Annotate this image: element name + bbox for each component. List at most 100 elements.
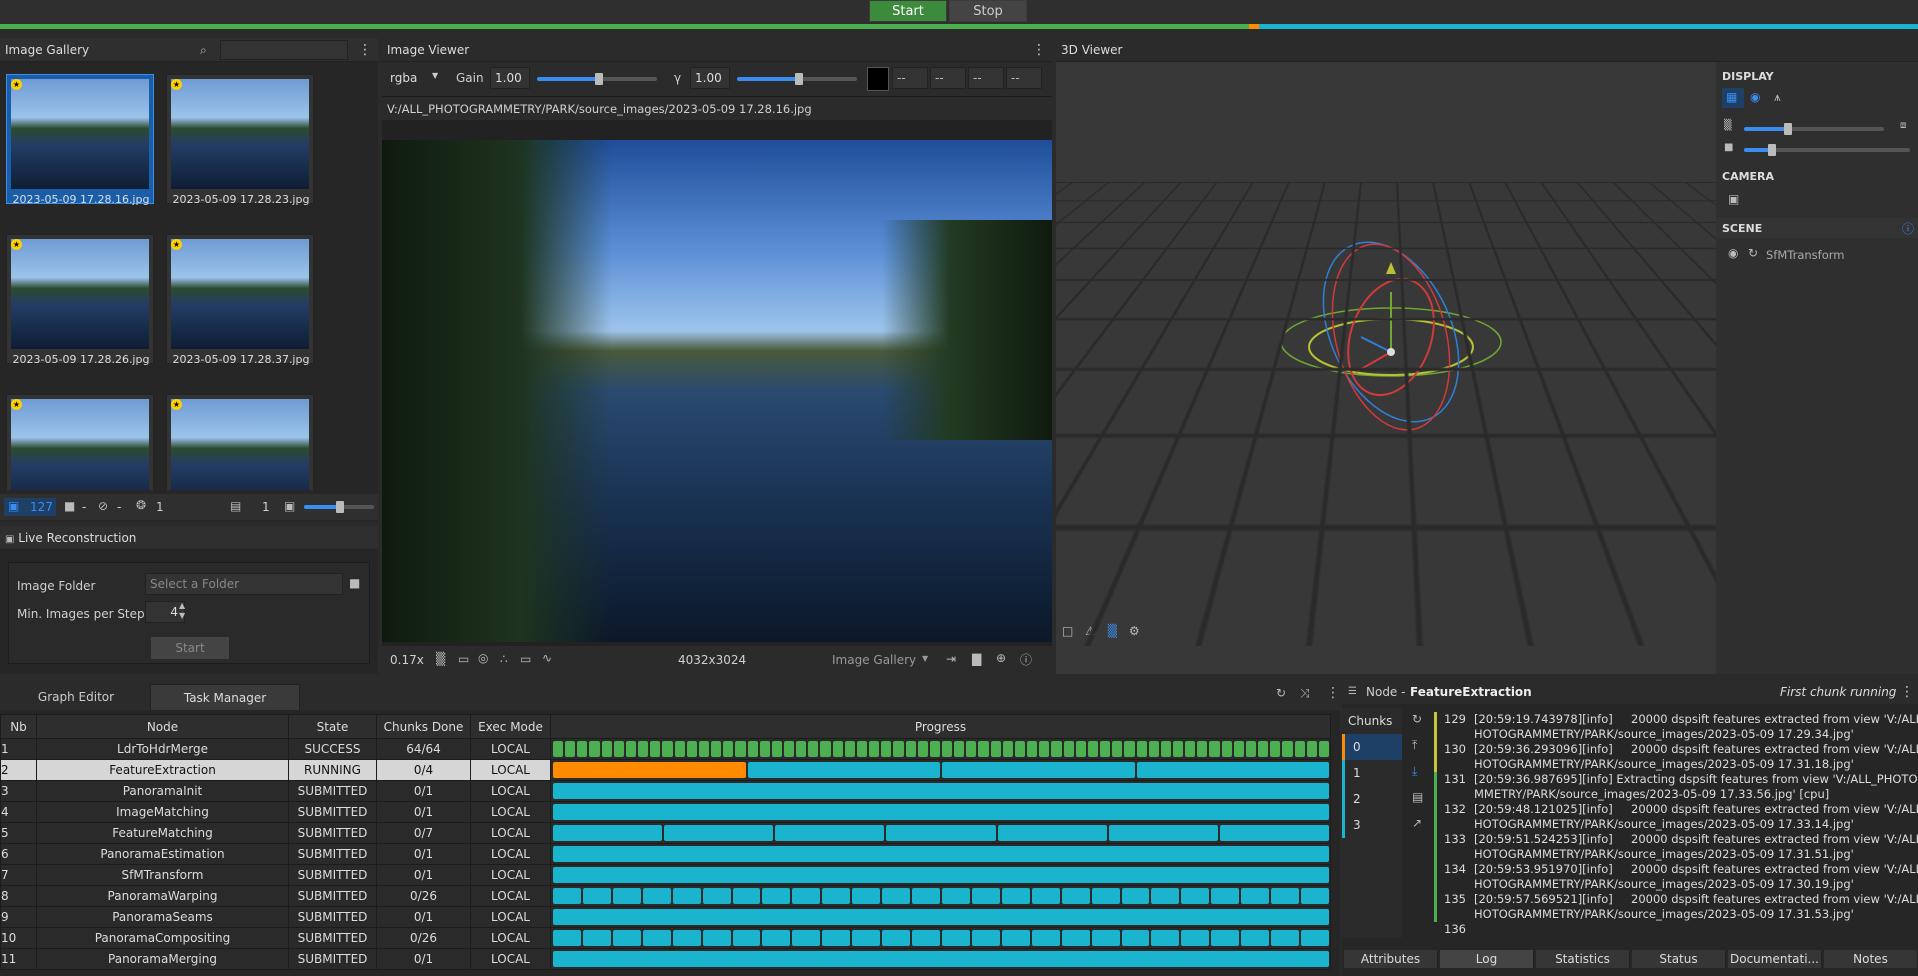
gear-icon[interactable]: ⚙ xyxy=(1129,624,1140,638)
table-row[interactable]: 4 ImageMatching SUBMITTED 0/1 LOCAL xyxy=(1,802,1331,823)
no-camera-icon[interactable]: ⊘ xyxy=(98,499,108,513)
sphere-icon[interactable]: ◎ xyxy=(478,651,488,665)
node-tab[interactable]: Attributes xyxy=(1344,950,1438,968)
table-row[interactable]: 11 PanoramaMerging SUBMITTED 0/1 LOCAL xyxy=(1,949,1331,970)
chunk-item[interactable]: 0 xyxy=(1342,734,1402,760)
gallery-thumbnail[interactable]: ★ 2023-05-09 17.28.26.jpg xyxy=(6,234,154,364)
curve-icon[interactable]: ∿ xyxy=(542,651,552,665)
scene-item-sfmtransform[interactable]: SfMTransform xyxy=(1766,248,1844,262)
node-tab[interactable]: Status xyxy=(1632,950,1726,968)
info-icon[interactable]: ⓘ xyxy=(1020,651,1032,668)
log-text: [20:59:48.121025][info] 20000 dspsift fe… xyxy=(1474,802,1918,832)
export-icon[interactable]: ⇥ xyxy=(946,652,956,666)
image-folder-input[interactable]: Select a Folder xyxy=(145,573,343,595)
column-header[interactable]: Exec Mode xyxy=(471,715,551,739)
node-tab[interactable]: Statistics xyxy=(1536,950,1630,968)
eye-icon[interactable]: ◉ xyxy=(1728,246,1738,260)
camera-icon[interactable]: ▣ xyxy=(1728,192,1739,206)
column-header[interactable]: Progress xyxy=(551,715,1331,739)
chevron-down-icon[interactable]: ▼ xyxy=(922,654,928,663)
image-icon[interactable]: ▣ xyxy=(8,499,19,513)
scroll-bottom-icon[interactable]: ⤓ xyxy=(1412,764,1417,779)
refresh-icon[interactable]: ↻ xyxy=(1276,686,1286,700)
task-menu-icon[interactable]: ⋮ xyxy=(1326,685,1340,701)
tab-task-manager[interactable]: Task Manager xyxy=(150,684,300,710)
start-button[interactable]: Start xyxy=(869,0,947,22)
tab-graph-editor[interactable]: Graph Editor xyxy=(6,684,146,710)
stepper-arrows-icon[interactable]: ▲ ▼ xyxy=(179,601,185,621)
aperture-icon[interactable]: ❂ xyxy=(136,498,146,512)
chunk-item[interactable]: 2 xyxy=(1342,786,1402,812)
table-row[interactable]: 7 SfMTransform SUBMITTED 0/1 LOCAL xyxy=(1,865,1331,886)
warning-icon[interactable]: ⚠ xyxy=(1085,624,1096,638)
top-toolbar: Start Stop xyxy=(0,0,1918,24)
gamma-input[interactable]: 1.00 xyxy=(690,67,730,89)
fit-icon[interactable]: ⧈ xyxy=(1900,120,1906,131)
gallery-thumbnail[interactable]: ★ 2023-05-09 17.28.16.jpg xyxy=(6,74,154,204)
square-icon[interactable]: □ xyxy=(1062,624,1073,638)
gallery-thumbnail[interactable]: ★ 2023-05-09 17.28.23.jpg xyxy=(166,74,314,204)
chunk-item[interactable]: 1 xyxy=(1342,760,1402,786)
column-header[interactable]: Node xyxy=(37,715,289,739)
checker-icon[interactable]: ▒ xyxy=(436,652,445,666)
node-menu-icon[interactable]: ⋮ xyxy=(1900,680,1914,704)
chunk-segment xyxy=(991,741,1001,757)
table-row[interactable]: 9 PanoramaSeams SUBMITTED 0/1 LOCAL xyxy=(1,907,1331,928)
table-row[interactable]: 6 PanoramaEstimation SUBMITTED 0/1 LOCAL xyxy=(1,844,1331,865)
transform-icon: ↻ xyxy=(1748,246,1758,260)
main-image[interactable] xyxy=(382,140,1052,642)
scroll-top-icon[interactable]: ⤒ xyxy=(1412,738,1417,753)
clipboard-icon[interactable]: ▤ xyxy=(1412,790,1423,804)
camera-scale-slider[interactable] xyxy=(1744,148,1910,152)
live-reconstruction-header[interactable]: ▣ Live Reconstruction xyxy=(0,526,378,550)
table-row[interactable]: 1 LdrToHdrMerge SUCCESS 64/64 LOCAL xyxy=(1,739,1331,760)
transform-gizmo-icon[interactable] xyxy=(1266,232,1516,462)
gizmo-icon[interactable]: ◉ xyxy=(1750,90,1760,104)
stop-button[interactable]: Stop xyxy=(949,0,1027,22)
node-tab[interactable]: Documentati... xyxy=(1728,950,1822,968)
column-header[interactable]: Nb xyxy=(1,715,37,739)
frame-icon[interactable]: ▭ xyxy=(458,652,469,666)
info-icon[interactable]: ⓘ xyxy=(1902,220,1914,237)
rectangle-icon[interactable]: ▭ xyxy=(520,652,531,666)
source-select[interactable]: Image Gallery xyxy=(832,653,916,667)
live-start-button[interactable]: Start xyxy=(151,637,229,659)
table-row[interactable]: 8 PanoramaWarping SUBMITTED 0/26 LOCAL xyxy=(1,886,1331,907)
points-icon[interactable]: ∴ xyxy=(500,652,508,666)
node-tab[interactable]: Notes xyxy=(1824,950,1918,968)
global-progress-bar xyxy=(0,24,1918,29)
axes-icon[interactable]: ⩚ xyxy=(1774,90,1781,105)
gallery-menu-icon[interactable]: ⋮ xyxy=(358,38,372,62)
row-number: 1 xyxy=(1,739,37,760)
gallery-search-input[interactable] xyxy=(220,40,348,60)
table-row[interactable]: 5 FeatureMatching SUBMITTED 0/7 LOCAL xyxy=(1,823,1331,844)
table-row[interactable]: 10 PanoramaCompositing SUBMITTED 0/26 LOCAL xyxy=(1,928,1331,949)
group-icon[interactable]: ▤ xyxy=(230,499,241,513)
table-row[interactable]: 2 FeatureExtraction RUNNING 0/4 LOCAL xyxy=(1,760,1331,781)
refresh-icon[interactable]: ↻ xyxy=(1412,712,1422,726)
table-row[interactable]: 3 PanoramaInit SUBMITTED 0/1 LOCAL xyxy=(1,781,1331,802)
open-external-icon[interactable]: ↗ xyxy=(1412,816,1422,830)
node-tab[interactable]: Log xyxy=(1440,950,1534,968)
gallery-thumbnail[interactable]: ★ 2023-05-09 17.28.37.jpg xyxy=(166,234,314,364)
task-manager-panel: Graph Editor Task Manager ↻ ⤨ ⋮ Nb Node St… xyxy=(0,680,1340,976)
point-size-slider[interactable] xyxy=(1744,127,1884,131)
gallery-thumbnail[interactable]: ★ xyxy=(166,394,314,490)
log-view[interactable]: 129 [20:59:19.743978][info] 20000 dspsift… xyxy=(1434,712,1918,936)
chunk-segment xyxy=(1222,741,1232,757)
shuffle-icon[interactable]: ⤨ xyxy=(1300,686,1310,701)
grid-icon[interactable]: ▦ xyxy=(1726,90,1737,104)
gamma-slider[interactable] xyxy=(737,77,857,81)
3d-scene-canvas[interactable]: □ ⚠ ▒ ⚙ xyxy=(1056,62,1716,646)
column-header[interactable]: Chunks Done xyxy=(377,715,471,739)
thumbnail-size-slider[interactable] xyxy=(304,505,374,509)
hatch-icon[interactable]: ▒ xyxy=(1108,624,1117,638)
image-viewer-menu-icon[interactable]: ⋮ xyxy=(1032,38,1046,62)
column-header[interactable]: State xyxy=(289,715,377,739)
histogram-icon[interactable]: ▇ xyxy=(972,652,981,666)
globe-icon[interactable]: ⊕ xyxy=(996,651,1006,665)
chunk-item[interactable]: 3 xyxy=(1342,812,1402,838)
camera-icon[interactable]: ■ xyxy=(64,499,75,513)
folder-icon[interactable]: ■ xyxy=(349,576,360,590)
gallery-thumbnail[interactable]: ★ xyxy=(6,394,154,490)
